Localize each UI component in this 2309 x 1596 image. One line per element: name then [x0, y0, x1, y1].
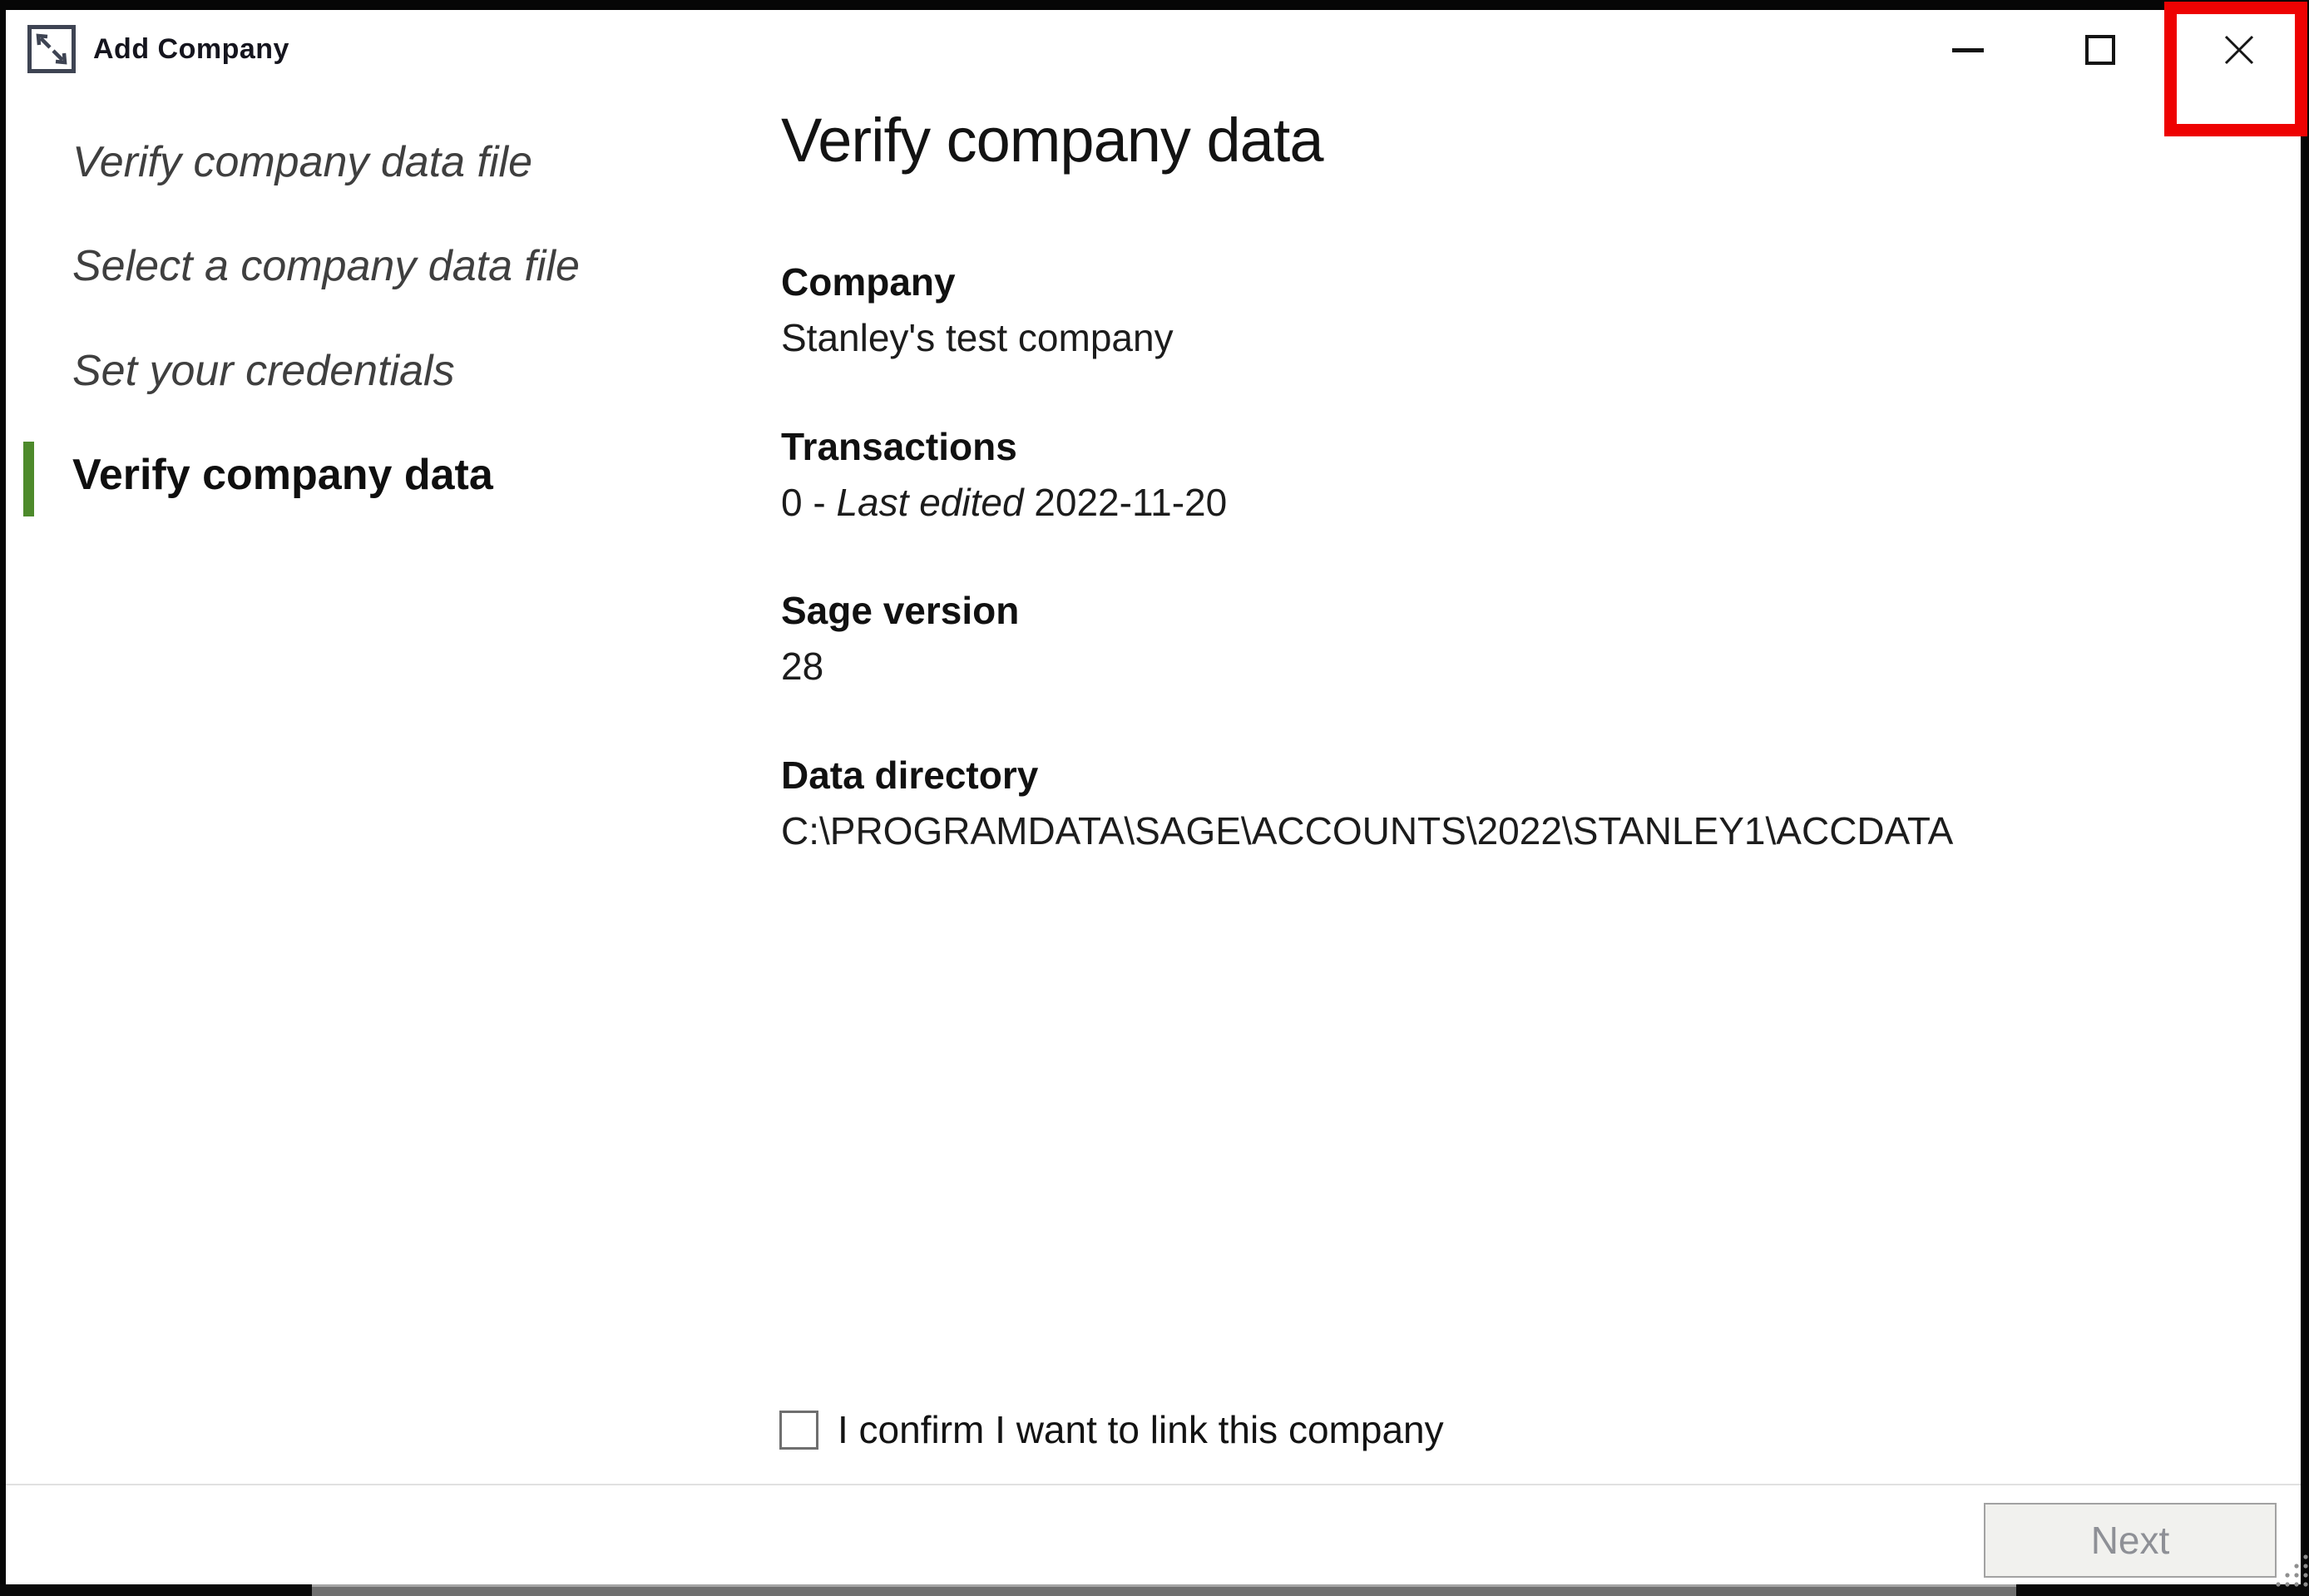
confirm-checkbox[interactable] — [779, 1411, 818, 1450]
window-border-bottom-right-segment — [2016, 1584, 2309, 1596]
confirm-row: I confirm I want to link this company — [779, 1407, 1444, 1452]
maximize-icon — [2085, 35, 2115, 65]
sidebar-step-verify-company-data-file[interactable]: Verify company data file — [72, 136, 532, 188]
page-title: Verify company data — [781, 105, 1323, 175]
transactions-label: Transactions — [781, 423, 2262, 470]
window-title: Add Company — [93, 33, 289, 66]
minimize-icon — [1952, 48, 1984, 52]
maximize-button[interactable] — [2062, 12, 2138, 88]
minimize-button[interactable] — [1930, 12, 2006, 88]
close-highlight-annotation — [2164, 2, 2307, 136]
sidebar-step-set-your-credentials[interactable]: Set your credentials — [72, 345, 455, 397]
transactions-last-edited: Last edited — [836, 481, 1023, 524]
company-value: Stanley's test company — [781, 314, 2262, 361]
sidebar-step-select-company-data-file[interactable]: Select a company data file — [72, 240, 580, 292]
window-border-left — [0, 0, 6, 1586]
window-border-top — [0, 0, 2309, 10]
field-group-data-directory: Data directory C:\PROGRAMDATA\SAGE\ACCOU… — [781, 752, 2262, 854]
current-step-indicator — [23, 442, 34, 516]
app-icon[interactable] — [27, 25, 76, 73]
field-group-transactions: Transactions 0 - Last edited 2022-11-20 — [781, 423, 2262, 526]
sage-version-label: Sage version — [781, 587, 2262, 634]
data-directory-label: Data directory — [781, 752, 2262, 798]
window-border-right — [2301, 0, 2309, 1586]
window-border-bottom — [0, 1584, 2309, 1596]
transactions-date: 2022-11-20 — [1024, 481, 1228, 524]
footer-separator — [6, 1484, 2301, 1485]
field-group-company: Company Stanley's test company — [781, 259, 2262, 361]
window-border-bottom-left-segment — [0, 1584, 312, 1596]
diagonal-transfer-arrows-icon — [32, 29, 72, 69]
transactions-count: 0 - — [781, 481, 836, 524]
next-button[interactable]: Next — [1984, 1503, 2277, 1578]
transactions-value: 0 - Last edited 2022-11-20 — [781, 479, 2262, 526]
data-directory-value: C:\PROGRAMDATA\SAGE\ACCOUNTS\2022\STANLE… — [781, 808, 2262, 854]
confirm-checkbox-label[interactable]: I confirm I want to link this company — [838, 1407, 1444, 1452]
add-company-dialog: { "window": { "title": "Add Company", "i… — [0, 0, 2309, 1596]
sage-version-value: 28 — [781, 643, 2262, 689]
sidebar-step-verify-company-data[interactable]: Verify company data — [72, 449, 493, 501]
field-group-sage-version: Sage version 28 — [781, 587, 2262, 689]
resize-grip-icon[interactable] — [2274, 1550, 2309, 1589]
company-label: Company — [781, 259, 2262, 305]
